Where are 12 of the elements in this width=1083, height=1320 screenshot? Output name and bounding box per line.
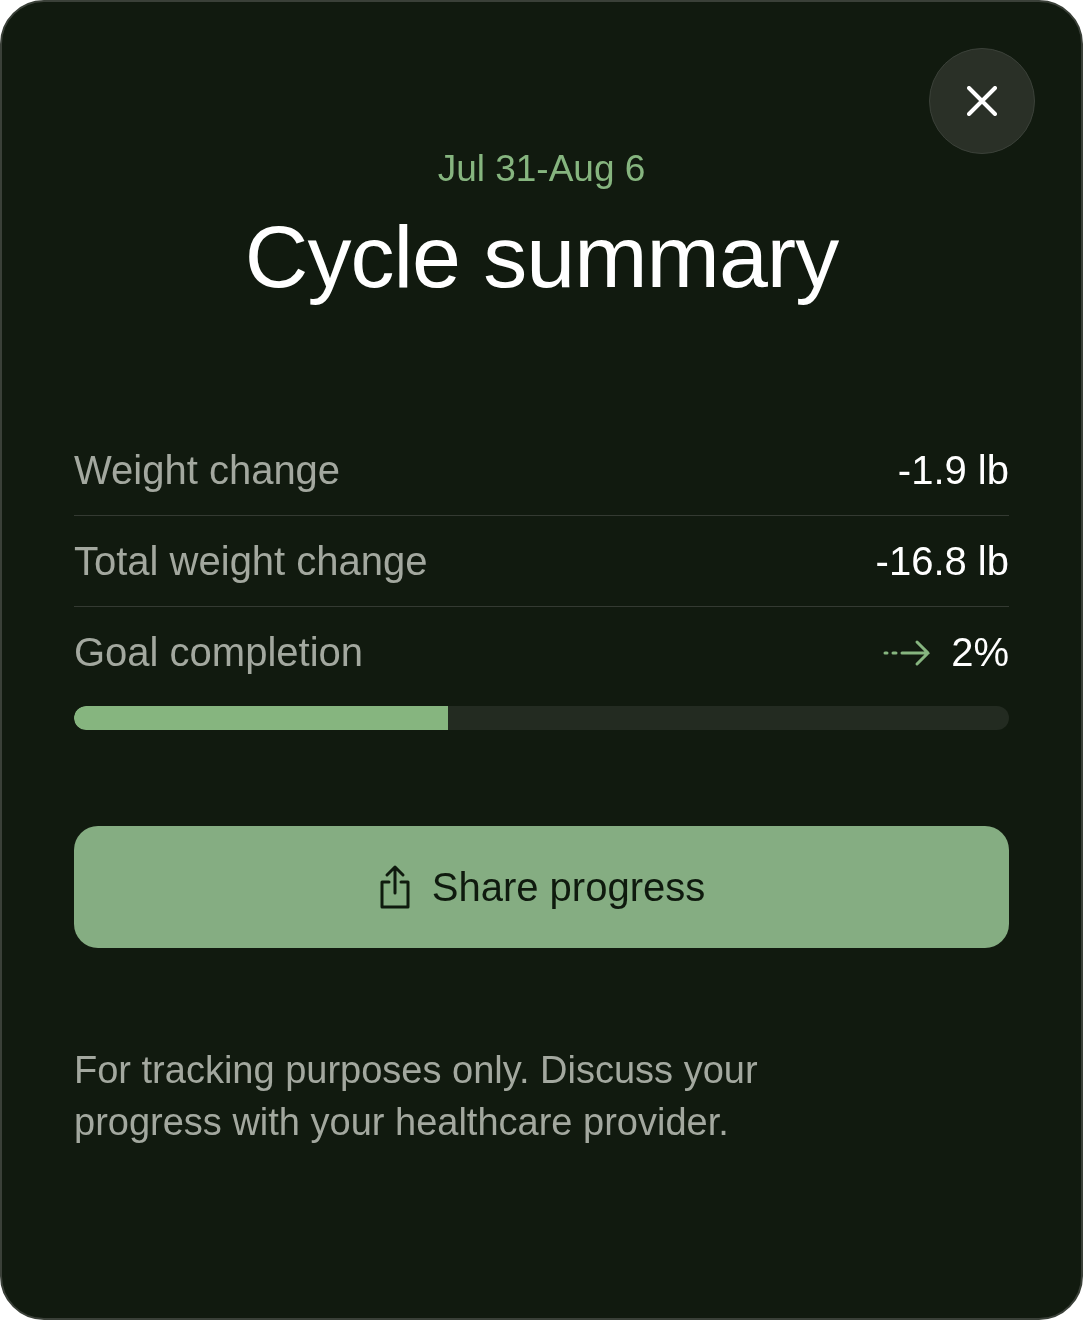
disclaimer-text: For tracking purposes only. Discuss your progress with your healthcare provider.	[74, 1048, 759, 1145]
stat-value: 2%	[951, 630, 1009, 675]
stat-value: -1.9 lb	[897, 447, 1009, 493]
stat-label: Weight change	[74, 447, 341, 493]
stat-label: Goal completion	[74, 630, 364, 675]
share-button[interactable]: Share progress	[74, 826, 1009, 948]
dashed-arrow-icon	[883, 638, 932, 667]
stat-label: Total weight change	[74, 538, 428, 584]
date-range: Jul 31-Aug 6	[436, 148, 647, 190]
stat-value: -16.8 lb	[875, 538, 1009, 584]
dialog-title: Cycle summary	[243, 206, 840, 308]
close-icon	[967, 86, 997, 116]
